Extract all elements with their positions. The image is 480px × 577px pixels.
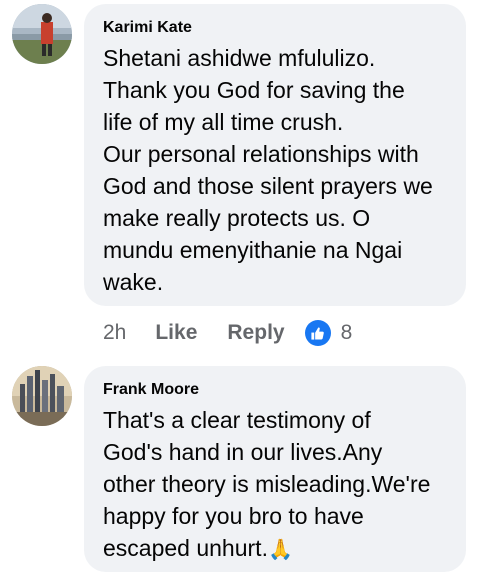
avatar-photo [12,366,72,426]
comment-actions: 2h Like Reply 8 [103,317,352,349]
comment-bubble: Frank Moore That's a clear testimony of … [84,366,466,572]
thumbs-up-icon[interactable] [304,320,331,346]
comment-author[interactable]: Karimi Kate [103,18,448,38]
avatar-photo [12,4,72,64]
comment-bubble: Karimi Kate Shetani ashidwe mfululizo. T… [84,4,466,306]
comment-author[interactable]: Frank Moore [103,380,448,400]
comment-timestamp[interactable]: 2h [103,321,126,345]
avatar[interactable] [12,4,72,64]
comment-text-body: That's a clear testimony of God's hand i… [103,407,431,561]
avatar[interactable] [12,366,72,426]
reply-button[interactable]: Reply [227,321,284,345]
like-button[interactable]: Like [155,321,197,345]
comment-text: That's a clear testimony of God's hand i… [103,404,448,566]
reaction-count[interactable]: 8 [341,321,353,345]
folded-hands-icon: 🙏 [267,539,293,561]
comment-text: Shetani ashidwe mfululizo. Thank you God… [103,45,433,295]
